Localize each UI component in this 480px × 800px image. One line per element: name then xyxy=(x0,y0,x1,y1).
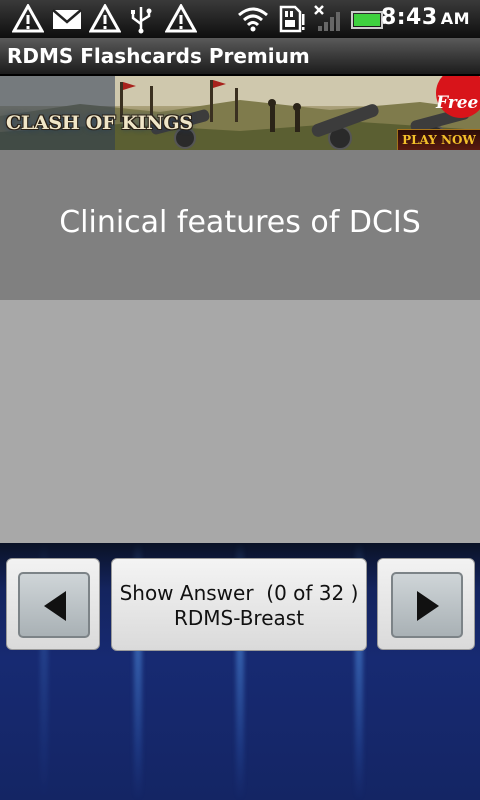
usb-icon xyxy=(131,7,152,34)
next-card-button[interactable] xyxy=(377,558,475,650)
app-title: RDMS Flashcards Premium xyxy=(7,44,310,68)
controls-area: Show Answer (0 of 32 ) RDMS-Breast xyxy=(0,543,480,800)
warning-icon xyxy=(89,4,121,33)
question-text: Clinical features of DCIS xyxy=(59,205,421,240)
warning-icon xyxy=(165,4,197,33)
show-answer-label: Show Answer (0 of 32 ) xyxy=(119,581,359,605)
warning-icon xyxy=(12,4,44,33)
deck-name: RDMS-Breast xyxy=(173,606,305,630)
no-signal-icon xyxy=(314,5,340,31)
arrow-left-icon xyxy=(44,591,66,621)
clock-ampm: AM xyxy=(440,9,470,28)
next-button-face xyxy=(391,572,463,638)
question-panel[interactable]: Clinical features of DCIS xyxy=(0,150,480,300)
wifi-icon xyxy=(238,7,268,32)
ad-play-now-button[interactable]: PLAY NOW xyxy=(397,129,480,150)
previous-button-face xyxy=(18,572,90,638)
clock-time: 8:43 xyxy=(380,5,438,30)
sd-card-icon xyxy=(279,5,305,33)
mail-icon xyxy=(52,9,82,29)
status-bar: 8:43 AM xyxy=(0,0,480,38)
arrow-right-icon xyxy=(417,591,439,621)
previous-card-button[interactable] xyxy=(6,558,100,650)
answer-panel[interactable] xyxy=(0,300,480,543)
ad-logo: CLASH OF KINGS xyxy=(6,112,193,134)
ad-free-badge: Free xyxy=(436,76,480,118)
app-title-bar: RDMS Flashcards Premium xyxy=(0,38,480,76)
show-answer-button[interactable]: Show Answer (0 of 32 ) RDMS-Breast xyxy=(111,558,367,651)
screen: 8:43 AM RDMS Flashcards Premium CLASH OF… xyxy=(0,0,480,800)
ad-banner[interactable]: CLASH OF KINGS Free PLAY NOW xyxy=(0,76,480,150)
status-clock: 8:43 AM xyxy=(381,5,470,30)
